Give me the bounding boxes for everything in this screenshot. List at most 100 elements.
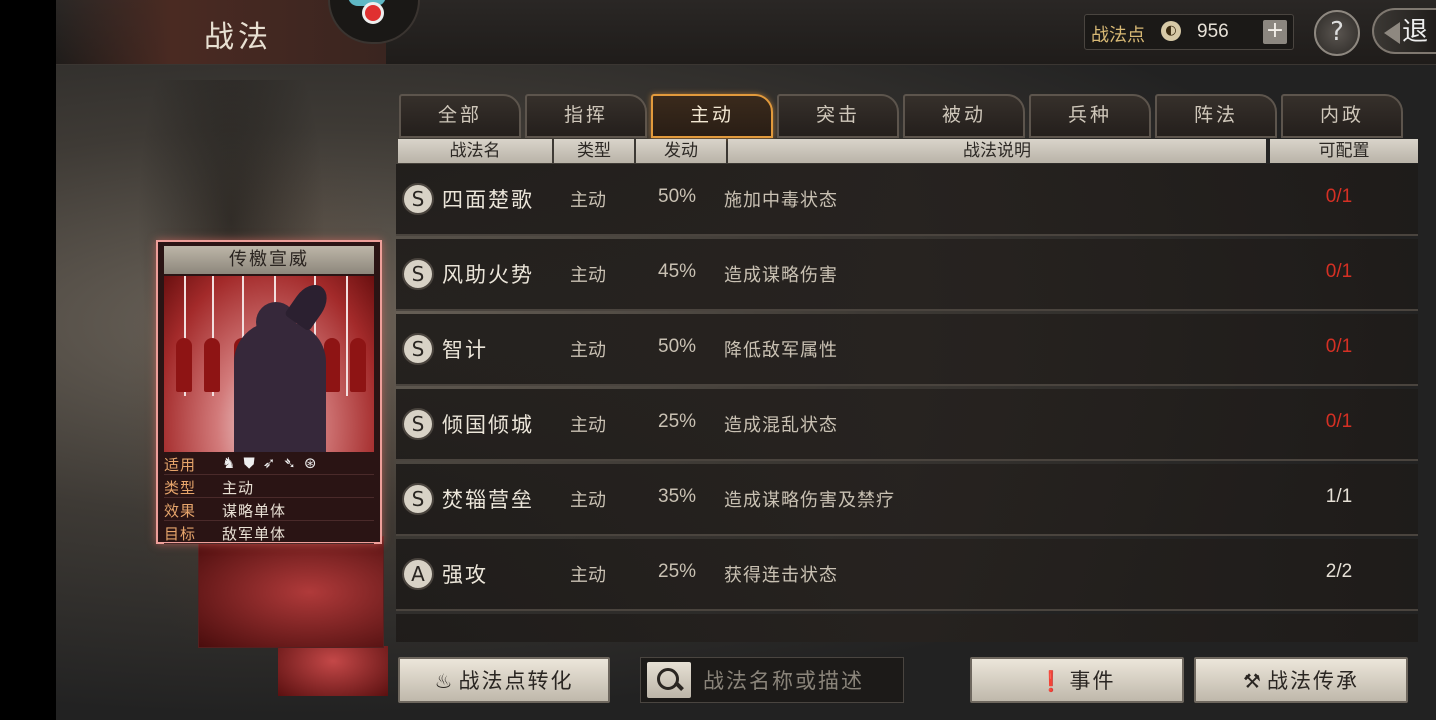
tactic-avail: 0/1 xyxy=(1325,186,1353,207)
tactic-name: 强攻 xyxy=(442,563,488,587)
tactic-type: 主动 xyxy=(570,190,606,211)
page-title: 战法 xyxy=(204,20,272,55)
tactic-avail: 2/2 xyxy=(1325,561,1353,582)
grade-badge: S xyxy=(402,333,434,365)
effect-value: 谋略单体 xyxy=(222,502,287,520)
tactic-points-value: 956 xyxy=(1197,21,1229,42)
hammer-icon: ⚒ xyxy=(1243,669,1263,693)
tactic-row[interactable]: S 焚辎营垒 主动 35% 造成谋略伤害及禁疗 1/1 xyxy=(396,464,1418,536)
back-arrow-icon xyxy=(1384,22,1400,44)
tactic-type: 主动 xyxy=(570,340,606,361)
grade-badge: S xyxy=(402,183,434,215)
grade-badge: S xyxy=(402,258,434,290)
tactic-desc: 施加中毒状态 xyxy=(724,190,838,211)
tactic-rate: 50% xyxy=(658,336,697,357)
tab-active[interactable]: 主动 xyxy=(651,94,773,138)
effect-label: 效果 xyxy=(164,502,197,520)
shield-icon: ⛊ xyxy=(243,454,263,472)
inherit-tactic-button[interactable]: ⚒ 战法传承 xyxy=(1194,657,1408,703)
tactic-points-icon: ◐ xyxy=(1161,21,1181,41)
tactic-rate: 45% xyxy=(658,261,697,282)
tab-formation[interactable]: 阵法 xyxy=(1155,94,1277,138)
tactic-row[interactable]: S 倾国倾城 主动 25% 造成混乱状态 0/1 xyxy=(396,389,1418,461)
tab-assault[interactable]: 突击 xyxy=(777,94,899,138)
back-label: 退 xyxy=(1402,17,1429,47)
tactic-name: 四面楚歌 xyxy=(442,188,534,212)
tactic-type: 主动 xyxy=(570,490,606,511)
add-points-button[interactable]: + xyxy=(1263,20,1287,44)
grade-badge: A xyxy=(402,558,434,590)
tactic-avail: 0/1 xyxy=(1325,411,1353,432)
tactic-rate: 50% xyxy=(658,186,697,207)
top-bar: 战法 战法点 ◐ 956 + ? 退 xyxy=(56,0,1436,65)
tactic-type: 主动 xyxy=(570,565,606,586)
tactic-name: 倾国倾城 xyxy=(442,413,534,437)
selected-tactic-card[interactable]: 传檄宣威 适用 ♞⛊➶➴⊛ 类型 主动 效果 谋略单体 目标 敌军单体 xyxy=(156,240,382,544)
column-header-name[interactable]: 战法名 xyxy=(398,139,552,163)
troop-type-icons: ♞⛊➶➴⊛ xyxy=(222,454,324,472)
tactic-row[interactable]: S 智计 主动 50% 降低敌军属性 0/1 xyxy=(396,314,1418,386)
card-illustration xyxy=(164,276,374,452)
tactic-type: 主动 xyxy=(570,265,606,286)
tactic-desc: 造成混乱状态 xyxy=(724,415,838,436)
column-header-type[interactable]: 类型 xyxy=(554,139,634,163)
card-title: 传檄宣威 xyxy=(164,246,374,274)
tactic-rate: 25% xyxy=(658,411,697,432)
tactic-row-partial[interactable] xyxy=(396,614,1418,642)
tab-passive[interactable]: 被动 xyxy=(903,94,1025,138)
tactic-points-display: 战法点 ◐ 956 + xyxy=(1084,14,1294,50)
grade-badge: S xyxy=(402,483,434,515)
flame-icon: ♨ xyxy=(434,669,455,693)
search-icon xyxy=(657,668,679,690)
tactic-desc: 降低敌军属性 xyxy=(724,340,838,361)
tactic-row[interactable]: S 四面楚歌 主动 50% 施加中毒状态 0/1 xyxy=(396,164,1418,236)
tactic-points-label: 战法点 xyxy=(1091,25,1145,46)
convert-points-button[interactable]: ♨ 战法点转化 xyxy=(398,657,610,703)
convert-points-label: 战法点转化 xyxy=(458,669,574,693)
back-button[interactable]: 退 xyxy=(1372,8,1436,54)
tactic-row[interactable]: S 风助火势 主动 45% 造成谋略伤害 0/1 xyxy=(396,239,1418,311)
help-button[interactable]: ? xyxy=(1314,10,1360,56)
tactic-row[interactable]: A 强攻 主动 25% 获得连击状态 2/2 xyxy=(396,539,1418,611)
tactic-rate: 25% xyxy=(658,561,697,582)
column-header-desc: 战法说明 xyxy=(728,139,1266,163)
tactic-desc: 获得连击状态 xyxy=(724,565,838,586)
tactic-avail: 0/1 xyxy=(1325,336,1353,357)
events-label: 事件 xyxy=(1069,669,1116,693)
type-value: 主动 xyxy=(222,479,255,497)
events-button[interactable]: ❗ 事件 xyxy=(970,657,1184,703)
screen: 战法 战法点 ◐ 956 + ? 退 全部 指挥 主动 突击 被动 兵种 阵法 … xyxy=(56,0,1436,720)
tab-command[interactable]: 指挥 xyxy=(525,94,647,138)
column-header-avail[interactable]: 可配置 xyxy=(1270,139,1418,163)
tactic-type: 主动 xyxy=(570,415,606,436)
tactic-name: 焚辎营垒 xyxy=(442,488,534,512)
target-value: 敌军单体 xyxy=(222,525,287,543)
applicable-label: 适用 xyxy=(164,456,197,474)
search-input[interactable] xyxy=(701,662,901,700)
tactic-avail: 0/1 xyxy=(1325,261,1353,282)
target-label: 目标 xyxy=(164,525,197,543)
tab-all[interactable]: 全部 xyxy=(399,94,521,138)
tactic-desc: 造成谋略伤害 xyxy=(724,265,838,286)
cavalry-icon: ♞ xyxy=(222,454,244,472)
tactic-desc: 造成谋略伤害及禁疗 xyxy=(724,490,895,511)
alert-icon: ❗ xyxy=(1038,669,1066,693)
column-header-rate[interactable]: 发动 xyxy=(636,139,726,163)
type-label: 类型 xyxy=(164,479,197,497)
tactic-rate: 35% xyxy=(658,486,697,507)
tab-internal[interactable]: 内政 xyxy=(1281,94,1403,138)
bow-icon: ➶ xyxy=(262,454,284,472)
spear-icon: ➴ xyxy=(283,454,304,472)
vehicle-icon: ⊛ xyxy=(303,454,325,472)
card-stack-middle xyxy=(198,536,384,648)
search-bar xyxy=(640,657,904,703)
card-info-table: 适用 ♞⛊➶➴⊛ 类型 主动 效果 谋略单体 目标 敌军单体 xyxy=(164,452,374,544)
notification-dot xyxy=(362,2,384,24)
search-button[interactable] xyxy=(647,662,691,698)
tactic-name: 智计 xyxy=(442,338,488,362)
inherit-tactic-label: 战法传承 xyxy=(1266,669,1359,693)
card-stack-back xyxy=(278,646,388,696)
tactics-list: S 四面楚歌 主动 50% 施加中毒状态 0/1 S 风助火势 主动 45% 造… xyxy=(396,164,1418,642)
tactic-avail: 1/1 xyxy=(1325,486,1353,507)
tab-troop[interactable]: 兵种 xyxy=(1029,94,1151,138)
